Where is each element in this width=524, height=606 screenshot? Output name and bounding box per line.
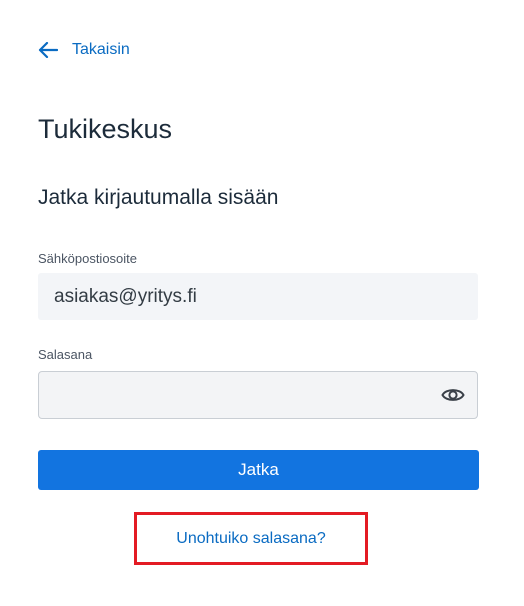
login-subtitle: Jatka kirjautumalla sisään [38, 186, 279, 209]
eye-icon[interactable] [439, 383, 467, 407]
password-field-wrapper [38, 371, 478, 419]
forgot-password-link[interactable]: Unohtuiko salasana? [134, 512, 368, 565]
back-link-label: Takaisin [72, 41, 130, 58]
back-link[interactable]: Takaisin [38, 38, 130, 62]
password-field[interactable] [39, 372, 429, 418]
page-title: Tukikeskus [38, 114, 173, 144]
arrow-left-icon [38, 42, 58, 58]
email-field[interactable] [38, 273, 478, 320]
continue-button[interactable]: Jatka [38, 450, 479, 490]
password-label: Salasana [38, 347, 93, 362]
email-label: Sähköpostiosoite [38, 251, 138, 266]
